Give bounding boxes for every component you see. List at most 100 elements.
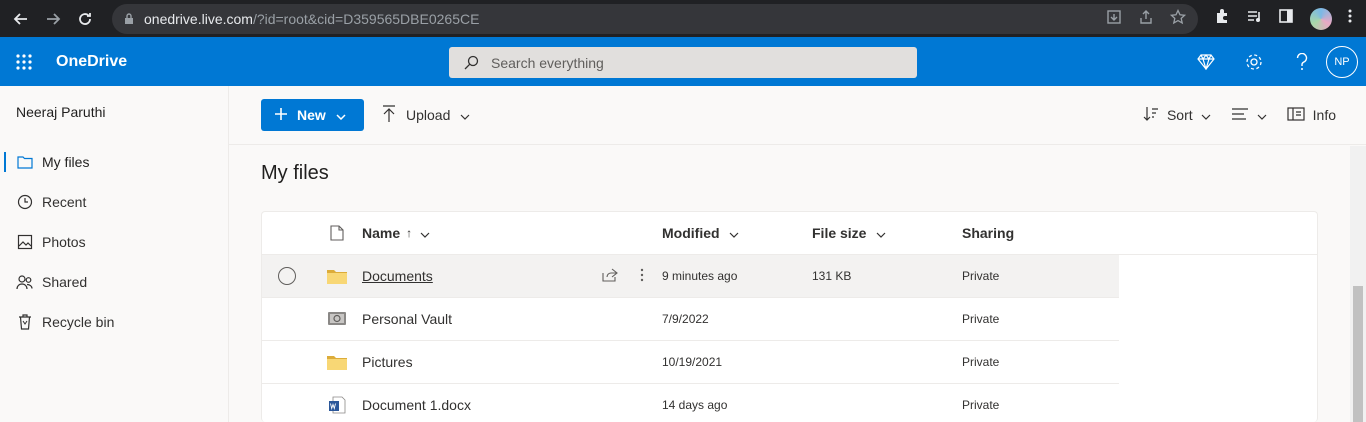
sidebar-item-my-files[interactable]: My files: [0, 142, 228, 182]
plus-icon: [275, 107, 287, 123]
sort-button[interactable]: Sort: [1143, 106, 1211, 125]
page-title: My files: [261, 162, 329, 184]
main-content: New Upload Sort Info My files Name ↑ Mod…: [229, 86, 1366, 422]
share-icon[interactable]: [1138, 9, 1154, 28]
sidebar-item-label: Photos: [42, 234, 86, 250]
url-path: /?id=root&cid=D359565DBE0265CE: [252, 10, 480, 27]
file-name-link[interactable]: Personal Vault: [362, 311, 452, 327]
vault-icon: [312, 311, 362, 327]
row-select-radio[interactable]: [262, 267, 312, 285]
sidebar-item-recent[interactable]: Recent: [0, 182, 228, 222]
sidebar-item-label: Shared: [42, 274, 88, 290]
modified-column-header[interactable]: Modified: [662, 225, 812, 241]
file-name-link[interactable]: Document 1.docx: [362, 397, 471, 413]
vertical-scrollbar[interactable]: [1350, 146, 1366, 422]
info-button-label: Info: [1312, 107, 1336, 123]
upload-arrow-icon: [382, 104, 396, 126]
help-icon[interactable]: [1278, 38, 1326, 86]
chevron-down-icon: [336, 107, 346, 123]
url-host: onedrive.live.com: [144, 10, 253, 27]
modified-cell: 7/9/2022: [662, 312, 709, 326]
install-icon[interactable]: [1106, 9, 1122, 28]
file-name-link[interactable]: Documents: [362, 268, 433, 284]
extensions-icon[interactable]: [1214, 8, 1230, 29]
file-name-link[interactable]: Pictures: [362, 354, 413, 370]
new-button-label: New: [297, 107, 326, 123]
size-column-header[interactable]: File size: [812, 225, 962, 241]
sharing-header-label: Sharing: [962, 225, 1015, 241]
back-icon[interactable]: [10, 8, 32, 30]
account-avatar[interactable]: NP: [1326, 45, 1358, 78]
table-row[interactable]: Pictures 10/19/2021 Private: [262, 341, 1119, 384]
reload-icon[interactable]: [74, 8, 96, 30]
address-bar[interactable]: onedrive.live.com/?id=root&cid=D359565DB…: [112, 3, 1198, 34]
table-row[interactable]: Personal Vault 7/9/2022 Private: [262, 298, 1119, 341]
app-launcher-icon[interactable]: [0, 53, 48, 70]
sidebar-item-photos[interactable]: Photos: [0, 222, 228, 262]
browser-toolbar: onedrive.live.com/?id=root&cid=D359565DB…: [0, 0, 1366, 37]
search-icon: [463, 55, 479, 71]
side-panel-icon[interactable]: [1278, 8, 1294, 29]
modified-cell: 9 minutes ago: [662, 269, 738, 283]
chevron-down-icon: [1201, 107, 1211, 123]
photo-icon: [16, 233, 34, 251]
sharing-cell: Private: [962, 398, 1000, 412]
chevron-down-icon: [1257, 107, 1267, 123]
upload-button-label: Upload: [406, 107, 451, 123]
clock-icon: [16, 193, 34, 211]
file-type-header-icon[interactable]: [312, 225, 362, 241]
sharing-cell: Private: [962, 269, 1000, 283]
folder-icon: [312, 268, 362, 284]
sidebar-item-label: My files: [42, 154, 90, 170]
people-icon: [16, 273, 34, 291]
premium-diamond-icon[interactable]: [1182, 38, 1230, 86]
search-box[interactable]: Search everything: [449, 47, 917, 78]
upload-button[interactable]: Upload: [382, 104, 470, 126]
chevron-down-icon: [729, 225, 739, 241]
bookmark-star-icon[interactable]: [1169, 8, 1187, 28]
file-list-header: Name ↑ Modified File size Sharing: [262, 212, 1317, 255]
lock-icon: [124, 12, 134, 25]
sharing-cell: Private: [962, 312, 1000, 326]
sidebar-item-label: Recycle bin: [42, 314, 115, 330]
profile-avatar[interactable]: [1310, 7, 1332, 30]
info-button[interactable]: Info: [1287, 106, 1336, 124]
search-placeholder: Search everything: [491, 54, 604, 71]
table-row[interactable]: Document 1.docx 14 days ago Private: [262, 384, 1119, 422]
recycle-bin-icon: [16, 313, 34, 331]
app-header: OneDrive Search everything NP: [0, 37, 1366, 86]
folder-icon: [312, 354, 362, 370]
new-button[interactable]: New: [261, 99, 364, 131]
file-list: Name ↑ Modified File size Sharing Docume…: [261, 211, 1318, 422]
word-doc-icon: [312, 396, 362, 414]
share-icon[interactable]: [602, 268, 618, 285]
chevron-down-icon: [460, 107, 470, 123]
size-cell: 131 KB: [812, 269, 852, 283]
sharing-column-header[interactable]: Sharing: [962, 225, 1112, 241]
chrome-menu-icon[interactable]: [1348, 8, 1352, 29]
name-column-header[interactable]: Name ↑: [362, 225, 662, 241]
list-view-icon: [1231, 107, 1249, 124]
command-bar: New Upload Sort Info: [229, 86, 1366, 145]
owner-name: Neeraj Paruthi: [16, 104, 106, 120]
scrollbar-thumb[interactable]: [1353, 286, 1363, 422]
left-nav: Neeraj Paruthi My files Recent Photos Sh…: [0, 86, 229, 422]
chevron-down-icon: [876, 225, 886, 241]
view-options-button[interactable]: [1231, 107, 1267, 124]
chevron-down-icon: [420, 225, 430, 241]
forward-icon[interactable]: [42, 8, 64, 30]
size-header-label: File size: [812, 225, 867, 241]
more-actions-icon[interactable]: [640, 268, 644, 285]
sidebar-item-recycle-bin[interactable]: Recycle bin: [0, 302, 228, 342]
folder-icon: [16, 153, 34, 171]
media-queue-icon[interactable]: [1246, 8, 1262, 29]
app-brand[interactable]: OneDrive: [56, 53, 127, 71]
modified-cell: 14 days ago: [662, 398, 728, 412]
sidebar-item-shared[interactable]: Shared: [0, 262, 228, 302]
modified-cell: 10/19/2021: [662, 355, 723, 369]
table-row[interactable]: Documents 9 minutes ago 131 KB Private: [262, 255, 1119, 298]
sharing-cell: Private: [962, 355, 1000, 369]
settings-gear-icon[interactable]: [1230, 38, 1278, 86]
sort-ascending-icon: ↑: [406, 226, 413, 240]
sort-button-label: Sort: [1166, 107, 1193, 123]
